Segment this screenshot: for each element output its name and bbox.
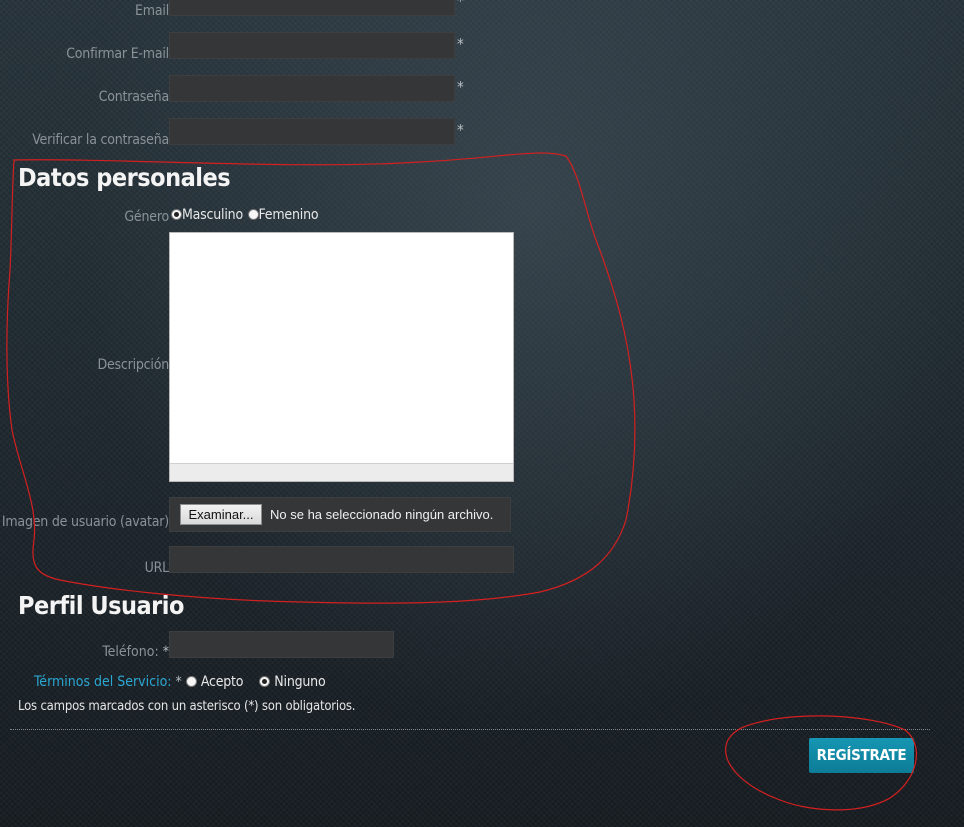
url-field[interactable] [169, 546, 514, 573]
radio-accept[interactable] [185, 676, 197, 687]
terms-option-accept[interactable]: Acepto [185, 674, 247, 690]
terms-accept-label: Acepto [200, 674, 244, 690]
gender-radio-group: Masculino Femenino [171, 204, 319, 223]
password-required-mark: * [457, 78, 464, 96]
browse-button[interactable]: Examinar... [180, 504, 262, 525]
description-label: Descripción [97, 357, 169, 373]
avatar-file-input[interactable]: Examinar... No se ha seleccionado ningún… [169, 497, 511, 532]
confirm-email-field[interactable] [169, 32, 455, 59]
email-label: Email [135, 3, 169, 19]
terms-row: Términos del Servicio: * Acepto Ninguno [34, 674, 326, 690]
url-label: URL [144, 560, 170, 576]
terms-option-none[interactable]: Ninguno [259, 674, 326, 690]
verify-password-field[interactable] [169, 118, 455, 145]
terms-none-label: Ninguno [274, 674, 326, 690]
avatar-label: Imagen de usuario (avatar) [1, 514, 169, 530]
verify-password-label: Verificar la contraseña [32, 132, 169, 148]
radio-male[interactable] [171, 209, 182, 220]
phone-label: Teléfono: [102, 644, 159, 660]
email-field[interactable] [169, 0, 455, 16]
register-button[interactable]: REGÍSTRATE [809, 738, 914, 773]
phone-field[interactable] [169, 631, 394, 658]
gender-label: Género [124, 209, 169, 225]
phone-label-row: Teléfono: * [102, 644, 169, 660]
divider [10, 729, 930, 730]
terms-required-mark: * [175, 674, 182, 690]
description-textarea[interactable] [169, 232, 514, 482]
required-fields-note: Los campos marcados con un asterisco (*)… [18, 699, 356, 714]
personal-data-heading: Datos personales [18, 163, 231, 192]
gender-option-male[interactable]: Masculino [171, 204, 248, 223]
password-label: Contraseña [98, 89, 170, 105]
horizontal-scrollbar[interactable] [170, 463, 513, 481]
terms-of-service-link[interactable]: Términos del Servicio: [34, 674, 172, 690]
gender-option-female[interactable]: Femenino [247, 204, 319, 223]
verify-password-required-mark: * [457, 121, 464, 139]
confirm-email-required-mark: * [457, 35, 464, 53]
confirm-email-label: Confirmar E-mail [66, 46, 169, 62]
password-field[interactable] [169, 75, 455, 102]
radio-female[interactable] [247, 209, 259, 220]
email-required-mark: * [457, 0, 464, 10]
gender-female-label: Femenino [258, 207, 319, 223]
file-status-text: No se ha seleccionado ningún archivo. [270, 507, 494, 522]
radio-none[interactable] [259, 676, 271, 687]
gender-male-label: Masculino [182, 207, 243, 223]
user-profile-heading: Perfil Usuario [18, 591, 184, 620]
